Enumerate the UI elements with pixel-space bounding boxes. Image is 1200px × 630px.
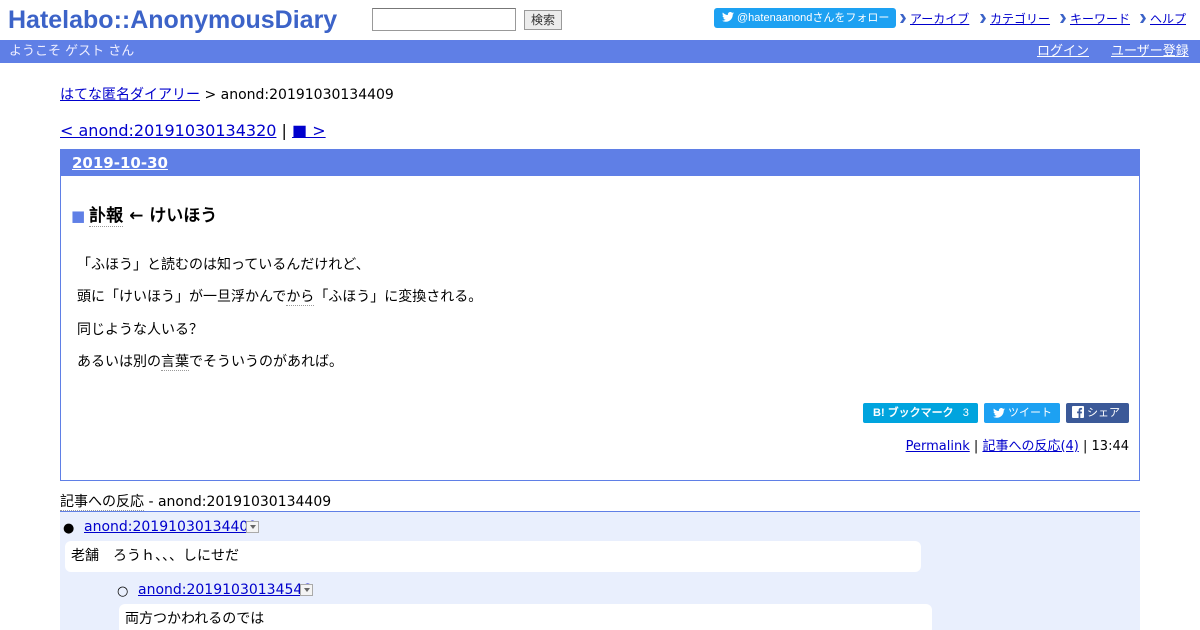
- chevron-down-icon[interactable]: [246, 521, 259, 533]
- date-header: 2019-10-30: [61, 150, 1139, 176]
- breadcrumb: はてな匿名ダイアリー > anond:20191030134409: [60, 84, 394, 104]
- chevron-down-icon[interactable]: [300, 584, 313, 596]
- reactions-title-rest: - anond:20191030134409: [144, 494, 332, 510]
- paragraph-text: 「ふほう」に変換される。: [314, 289, 483, 305]
- pager-divider: |: [281, 121, 287, 140]
- nav-archive[interactable]: アーカイブ: [900, 10, 969, 27]
- entry-square-link[interactable]: ■: [71, 207, 85, 225]
- follow-label: @hatenaanondさんをフォロー: [737, 12, 890, 24]
- reaction-body: 老舗 ろうｈ、、、しにせだ: [65, 541, 921, 572]
- entry-paragraph-4: あるいは別の言葉でそういうのがあれば。: [77, 351, 343, 371]
- breadcrumb-current: anond:20191030134409: [220, 87, 394, 103]
- nav-arrow-icon: [1140, 14, 1146, 23]
- reaction-link[interactable]: anond:20191030134546: [138, 582, 311, 598]
- welcome-text: ようこそ ゲスト さん: [9, 44, 135, 59]
- list-bullet: ○: [117, 584, 129, 599]
- entry-title: ■ 訃報 ← けいほう: [71, 201, 218, 227]
- keyword-link[interactable]: 言葉: [161, 354, 189, 371]
- title-keyword[interactable]: 訃報: [89, 206, 124, 227]
- nav-help[interactable]: ヘルプ: [1140, 10, 1186, 27]
- prev-entry-link[interactable]: < anond:20191030134320: [60, 121, 276, 140]
- tweet-label: ツイート: [1008, 407, 1052, 419]
- entry-pager: < anond:20191030134320 | ■ >: [60, 121, 326, 140]
- footer-separator: |: [1083, 439, 1088, 454]
- reactions-list: ● anond:20191030134409 老舗 ろうｈ、、、しにせだ ○ a…: [60, 511, 1140, 630]
- site-logo[interactable]: Hatelabo::AnonymousDiary: [8, 5, 337, 35]
- user-bar: ようこそ ゲスト さん ログイン ユーザー登録: [0, 40, 1200, 63]
- reactions-title: 記事への反応 - anond:20191030134409: [60, 491, 331, 511]
- next-entry-link[interactable]: ■ >: [292, 121, 326, 140]
- entry-time: 13:44: [1091, 439, 1129, 454]
- nav-arrow-icon: [980, 14, 986, 23]
- reaction-body: 両方つかわれるのでは: [119, 604, 932, 630]
- hatena-bookmark-button[interactable]: B! ブックマーク 3: [863, 403, 978, 423]
- reaction-link[interactable]: anond:20191030134409: [84, 519, 257, 535]
- nav-arrow-icon: [900, 14, 906, 23]
- search-input[interactable]: [372, 8, 516, 31]
- breadcrumb-home[interactable]: はてな匿名ダイアリー: [60, 87, 200, 103]
- reactions-title-keyword[interactable]: 記事への反応: [60, 494, 144, 511]
- entry-paragraph-2: 頭に「けいほう」が一旦浮かんでから「ふほう」に変換される。: [77, 286, 482, 306]
- paragraph-text: あるいは別の: [77, 354, 161, 370]
- title-rest: ← けいほう: [123, 206, 218, 226]
- list-bullet: ●: [63, 521, 75, 536]
- nav-category[interactable]: カテゴリー: [980, 10, 1050, 27]
- paragraph-text: 頭に「けいほう」が一旦浮かんで: [77, 289, 287, 305]
- search-button[interactable]: 検索: [524, 10, 562, 30]
- twitter-bird-icon: [722, 12, 734, 22]
- facebook-icon: [1072, 406, 1084, 418]
- entry-footer: Permalink | 記事への反応(4) | 13:44: [906, 435, 1129, 454]
- entry-date[interactable]: 2019-10-30: [72, 154, 168, 172]
- entry-paragraph-3: 同じような人いる？: [77, 322, 203, 338]
- login-link[interactable]: ログイン: [1037, 40, 1089, 63]
- bookmark-label: B! ブックマーク: [873, 407, 954, 419]
- reactions-link[interactable]: 記事への反応(4): [982, 439, 1078, 454]
- share-label: シェア: [1087, 407, 1120, 419]
- nav-keyword[interactable]: キーワード: [1060, 10, 1130, 27]
- bookmark-count: 3: [962, 407, 969, 419]
- twitter-bird-icon: [993, 408, 1005, 418]
- register-link[interactable]: ユーザー登録: [1111, 40, 1189, 63]
- tweet-button[interactable]: ツイート: [984, 403, 1060, 423]
- diary-entry-box: 2019-10-30 ■ 訃報 ← けいほう 「ふほう」と読むのは知っているんだけ…: [60, 149, 1140, 481]
- paragraph-text: でそういうのがあれば。: [189, 354, 343, 370]
- keyword-link[interactable]: から: [286, 289, 315, 306]
- entry-paragraph-1: 「ふほう」と読むのは知っているんだけれど、: [77, 257, 370, 273]
- nav-arrow-icon: [1060, 14, 1066, 23]
- breadcrumb-separator: >: [204, 87, 217, 103]
- twitter-follow-button[interactable]: @hatenaanondさんをフォロー: [714, 8, 896, 28]
- footer-separator: |: [973, 439, 979, 454]
- permalink[interactable]: Permalink: [906, 439, 970, 454]
- site-header: Hatelabo::AnonymousDiary 検索 @hatenaanond…: [0, 0, 1200, 40]
- facebook-share-button[interactable]: シェア: [1066, 403, 1129, 423]
